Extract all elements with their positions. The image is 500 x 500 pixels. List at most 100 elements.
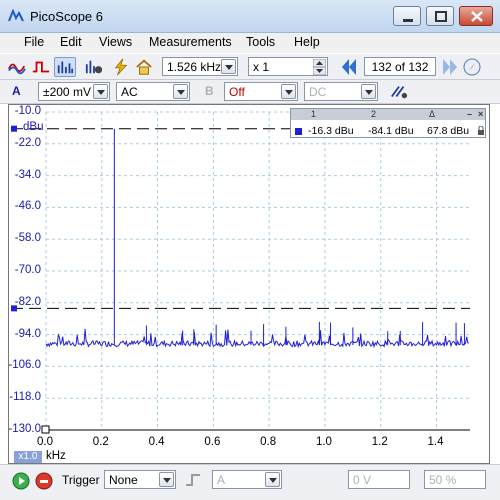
menu-tools[interactable]: Tools bbox=[246, 35, 275, 49]
ruler-col-2: 2 bbox=[371, 109, 377, 119]
lock-icon[interactable] bbox=[477, 126, 485, 136]
spectrum-mode-icon[interactable] bbox=[54, 57, 76, 77]
stop-icon[interactable] bbox=[35, 472, 53, 490]
channel-a-range: ±200 mV bbox=[43, 85, 91, 99]
menu-measurements[interactable]: Measurements bbox=[149, 35, 232, 49]
main-toolbar: 1.526 kHz x 1 132 of 132 bbox=[0, 53, 500, 80]
trigger-mode-select[interactable]: None bbox=[104, 470, 176, 489]
channel-options-icon[interactable] bbox=[83, 57, 105, 77]
buffer-counter[interactable]: 132 of 132 bbox=[364, 57, 436, 76]
ruler-close-icon[interactable]: × bbox=[478, 109, 483, 119]
minimize-icon bbox=[403, 19, 413, 22]
y-tick-label: -58.0 bbox=[14, 232, 41, 245]
channel-b-coupling-select[interactable]: DC bbox=[304, 82, 378, 101]
y-tick-label: -46.0 bbox=[14, 200, 41, 213]
buffer-total: of 132 bbox=[395, 60, 429, 74]
close-icon bbox=[471, 11, 483, 22]
maximize-button[interactable] bbox=[426, 6, 454, 26]
channel-a-range-select[interactable]: ±200 mV bbox=[38, 82, 110, 101]
trigger-threshold: 0 V bbox=[353, 473, 372, 487]
chevron-down-icon[interactable] bbox=[361, 84, 376, 99]
trigger-edge-icon[interactable] bbox=[184, 471, 204, 489]
y-tick-label: -70.0 bbox=[14, 264, 41, 276]
ruler-value-delta: 67.8 dBu bbox=[427, 125, 470, 137]
channel-a-button[interactable]: A bbox=[12, 84, 21, 98]
channel-b-range: Off bbox=[229, 85, 245, 99]
picoscope-logo-icon bbox=[8, 9, 24, 22]
pretrigger-stepper[interactable]: 50 % bbox=[424, 470, 486, 489]
menu-help[interactable]: Help bbox=[294, 35, 320, 49]
minimize-button[interactable] bbox=[393, 6, 421, 26]
spinner-icon[interactable] bbox=[313, 59, 326, 75]
ruler-minimize-icon[interactable]: – bbox=[467, 109, 472, 119]
next-buffer-icon[interactable] bbox=[440, 57, 460, 77]
maximize-icon bbox=[435, 11, 447, 22]
x-tick-label: 0.0 bbox=[37, 436, 53, 448]
channel-a-coupling-select[interactable]: AC bbox=[116, 82, 190, 101]
menu-file[interactable]: File bbox=[24, 35, 44, 49]
chevron-down-icon[interactable] bbox=[221, 59, 236, 74]
scope-mode-icon[interactable] bbox=[6, 57, 28, 77]
ruler-col-1: 1 bbox=[311, 109, 317, 119]
trigger-label: Trigger bbox=[62, 473, 100, 487]
zoom-stepper[interactable]: x 1 bbox=[248, 57, 328, 76]
y-tick-label: -82.0 bbox=[14, 295, 41, 308]
home-icon[interactable] bbox=[133, 57, 155, 77]
chevron-down-icon[interactable] bbox=[265, 472, 280, 487]
channel-toolbar: A ±200 mV AC B Off DC bbox=[0, 80, 500, 104]
y-tick-label: -130.0 bbox=[8, 423, 41, 435]
start-icon[interactable] bbox=[12, 472, 30, 490]
buffer-current: 132 bbox=[371, 60, 392, 74]
ruler-panel[interactable]: 1 2 Δ – × -16.3 dBu -84.1 dBu 67.8 dBu bbox=[290, 108, 486, 138]
y-tick-label: -94.0 bbox=[14, 327, 41, 340]
y-tick-label: -34.0 bbox=[14, 168, 41, 181]
x-unit-label: kHz bbox=[46, 450, 66, 462]
compass-icon[interactable] bbox=[462, 57, 482, 77]
menu-bar: File Edit Views Measurements Tools Help bbox=[0, 33, 500, 53]
chevron-down-icon[interactable] bbox=[93, 84, 108, 99]
trigger-source: A bbox=[217, 473, 226, 487]
menu-views[interactable]: Views bbox=[99, 35, 132, 49]
channel-b-button[interactable]: B bbox=[205, 84, 214, 98]
x-tick-label: 0.8 bbox=[260, 436, 277, 448]
trigger-threshold-stepper[interactable]: 0 V bbox=[348, 470, 410, 489]
ruler-col-delta: Δ bbox=[429, 109, 436, 119]
x-tick-label: 0.2 bbox=[92, 436, 109, 448]
menu-edit[interactable]: Edit bbox=[60, 35, 82, 49]
trigger-source-select[interactable]: A bbox=[212, 470, 282, 489]
persistence-mode-icon[interactable] bbox=[30, 57, 52, 77]
frequency-value: 1.526 kHz bbox=[167, 60, 222, 74]
pretrigger-value: 50 % bbox=[429, 473, 457, 487]
chevron-down-icon[interactable] bbox=[281, 84, 296, 99]
zoom-value: x 1 bbox=[253, 60, 270, 74]
x-tick-label: 0.6 bbox=[204, 436, 221, 448]
y-tick-label: -118.0 bbox=[9, 391, 41, 404]
zoom-badge: x1.0 bbox=[14, 451, 42, 463]
title-bar: PicoScope 6 bbox=[0, 0, 500, 33]
auto-setup-icon[interactable] bbox=[110, 57, 132, 77]
x-tick-label: 1.4 bbox=[427, 436, 444, 448]
y-tick-label: -106.0 bbox=[8, 359, 41, 372]
ruler-value-1: -16.3 dBu bbox=[308, 125, 354, 137]
trigger-mode: None bbox=[109, 473, 138, 487]
x-tick-label: 1.0 bbox=[315, 436, 332, 448]
y-tick-label: -10.0 bbox=[14, 105, 41, 117]
status-bar: Trigger None A 0 V 50 % bbox=[0, 464, 500, 500]
previous-buffer-icon[interactable] bbox=[339, 57, 359, 77]
channel-b-coupling: DC bbox=[309, 85, 327, 99]
channel-a-coupling: AC bbox=[121, 85, 138, 99]
x-tick-label: 1.2 bbox=[371, 436, 388, 448]
close-button[interactable] bbox=[459, 6, 493, 26]
ruler-panel-header: 1 2 Δ – × bbox=[291, 109, 485, 120]
chevron-down-icon[interactable] bbox=[159, 472, 174, 487]
chevron-down-icon[interactable] bbox=[173, 84, 188, 99]
channel-a-swatch bbox=[295, 128, 302, 135]
spectrum-view[interactable] bbox=[8, 104, 490, 464]
frequency-select[interactable]: 1.526 kHz bbox=[162, 57, 238, 76]
ruler-value-2: -84.1 dBu bbox=[368, 125, 414, 137]
y-tick-label: -22.0 bbox=[14, 136, 41, 149]
channel-b-range-select[interactable]: Off bbox=[224, 82, 298, 101]
y-unit-label: dBu bbox=[23, 121, 44, 133]
probe-icon[interactable] bbox=[388, 82, 410, 102]
x-tick-label: 0.4 bbox=[148, 436, 165, 448]
